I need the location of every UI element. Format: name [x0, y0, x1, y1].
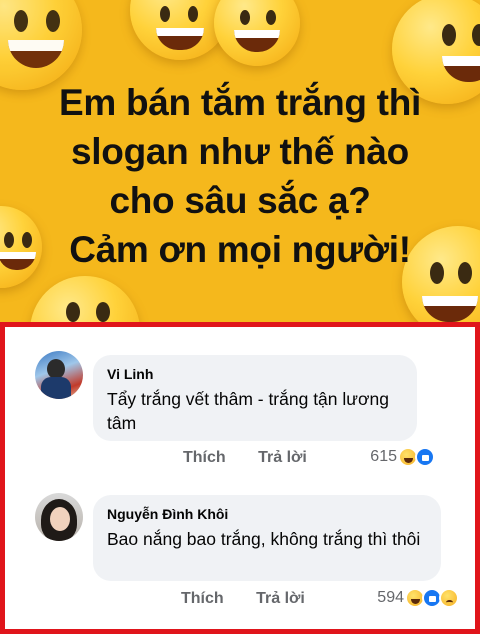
post-text-line: Em bán tắm trắng thì: [59, 82, 421, 123]
avatar[interactable]: [35, 493, 83, 541]
like-reaction-icon: [415, 447, 435, 467]
comment-bubble: Nguyễn Đình Khôi Bao nắng bao trắng, khô…: [93, 495, 441, 581]
laughing-emoji-icon: [214, 0, 300, 66]
comment-author[interactable]: Vi Linh: [107, 365, 403, 383]
like-button[interactable]: Thích: [183, 449, 226, 466]
post-text-line: Cảm ơn mọi người!: [69, 229, 411, 270]
reply-button[interactable]: Trả lời: [258, 449, 307, 466]
avatar[interactable]: [35, 351, 83, 399]
sad-reaction-icon: [439, 588, 459, 608]
comment-actions: Thích Trả lời: [183, 449, 335, 467]
reaction-summary[interactable]: 594: [377, 588, 459, 608]
reaction-count: 615: [370, 448, 397, 465]
laughing-emoji-icon: [30, 276, 140, 322]
reaction-count: 594: [377, 589, 404, 606]
laughing-emoji-icon: [0, 0, 82, 90]
comment-author[interactable]: Nguyễn Đình Khôi: [107, 505, 427, 523]
comment-text: Bao nắng bao trắng, không trắng thì thôi: [107, 529, 421, 549]
post-question-text: Em bán tắm trắng thì slogan như thế nào …: [0, 78, 480, 274]
comment-bubble: Vi Linh Tẩy trắng vết thâm - trắng tận l…: [93, 355, 417, 441]
post-text-line: slogan như thế nào: [71, 131, 409, 172]
reaction-summary[interactable]: 615: [370, 447, 435, 467]
post-image[interactable]: Em bán tắm trắng thì slogan như thế nào …: [0, 0, 480, 322]
comment-text: Tẩy trắng vết thâm - trắng tận lương tâm: [107, 389, 389, 433]
reply-button[interactable]: Trả lời: [256, 590, 305, 607]
post-text-line: cho sâu sắc ạ?: [109, 180, 371, 221]
comment-actions: Thích Trả lời: [181, 590, 333, 608]
comments-section: Vi Linh Tẩy trắng vết thâm - trắng tận l…: [0, 322, 480, 634]
like-button[interactable]: Thích: [181, 590, 224, 607]
